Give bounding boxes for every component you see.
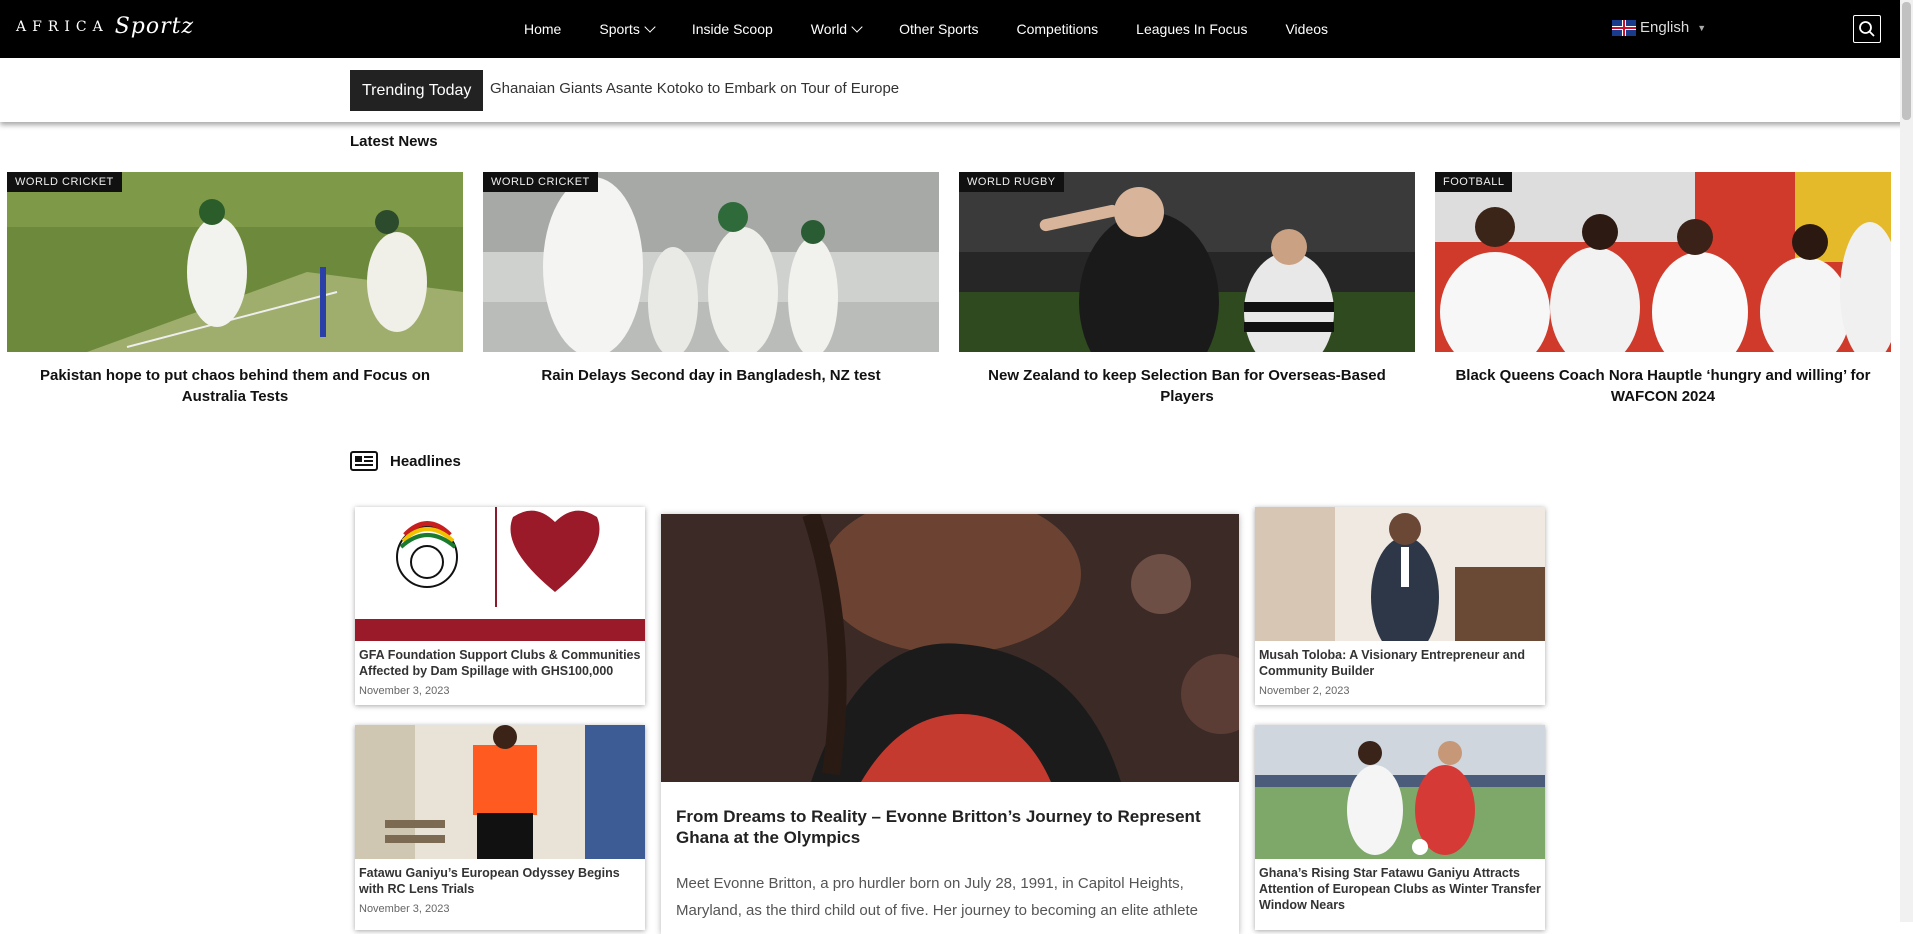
nav-leagues-in-focus[interactable]: Leagues In Focus: [1136, 21, 1247, 37]
news-card[interactable]: Football Black Queens Coach Nora Hauptle…: [1435, 172, 1891, 407]
headline-card[interactable]: GFA Foundation Support Clubs & Communiti…: [355, 507, 645, 705]
latest-news-grid: World Cricket Pakistan hope to put chaos…: [7, 172, 1892, 412]
category-tag[interactable]: World Cricket: [7, 172, 122, 192]
nav-world[interactable]: World: [810, 21, 863, 37]
news-title[interactable]: Black Queens Coach Nora Hauptle ‘hungry …: [1435, 365, 1891, 407]
news-card[interactable]: World Cricket Pakistan hope to put chaos…: [7, 172, 463, 407]
language-selector[interactable]: English ▼: [1612, 19, 1706, 36]
nav-videos[interactable]: Videos: [1285, 21, 1328, 37]
search-button[interactable]: [1853, 15, 1881, 43]
nav-label: Competitions: [1016, 21, 1099, 37]
chevron-down-icon: [851, 21, 863, 33]
featured-image[interactable]: [661, 514, 1239, 782]
headline-card[interactable]: Musah Toloba: A Visionary Entrepreneur a…: [1255, 507, 1545, 705]
headlines-heading: Headlines: [350, 451, 461, 471]
news-title[interactable]: Rain Delays Second day in Bangladesh, NZ…: [483, 365, 939, 386]
nav-label: Other Sports: [899, 21, 979, 37]
headline-image[interactable]: [1255, 507, 1545, 641]
latest-news-heading: Latest News: [350, 133, 438, 150]
scrollbar-thumb[interactable]: [1902, 2, 1911, 120]
logo-script: Sportz: [114, 14, 195, 39]
news-title[interactable]: New Zealand to keep Selection Ban for Ov…: [959, 365, 1415, 407]
newspaper-icon: [350, 451, 378, 471]
featured-excerpt: Meet Evonne Britton, a pro hurdler born …: [676, 875, 1198, 919]
search-icon: [1859, 21, 1875, 37]
headline-card[interactable]: Fatawu Ganiyu’s European Odyssey Begins …: [355, 725, 645, 930]
page-scrollbar[interactable]: [1900, 0, 1913, 922]
logo-text: AFRICA: [16, 18, 109, 35]
headline-title[interactable]: GFA Foundation Support Clubs & Communiti…: [355, 641, 645, 679]
featured-headline-card[interactable]: From Dreams to Reality – Evonne Britton’…: [661, 514, 1239, 934]
top-navbar: AFRICA Sportz Home Sports Inside Scoop W…: [0, 0, 1913, 58]
headline-title[interactable]: Musah Toloba: A Visionary Entrepreneur a…: [1255, 641, 1545, 679]
category-tag[interactable]: Football: [1435, 172, 1513, 192]
headline-card[interactable]: Ghana’s Rising Star Fatawu Ganiyu Attrac…: [1255, 725, 1545, 930]
caret-down-icon: ▼: [1697, 22, 1707, 33]
featured-title[interactable]: From Dreams to Reality – Evonne Britton’…: [661, 782, 1239, 848]
news-image[interactable]: World Cricket: [483, 172, 939, 352]
headline-image[interactable]: [355, 725, 645, 859]
nav-label: Home: [524, 21, 562, 37]
nav-inside-scoop[interactable]: Inside Scoop: [692, 21, 773, 37]
chevron-down-icon: [644, 21, 656, 33]
headline-title[interactable]: Ghana’s Rising Star Fatawu Ganiyu Attrac…: [1255, 859, 1545, 913]
headline-image[interactable]: [355, 507, 645, 641]
language-label: English: [1640, 19, 1690, 36]
site-logo[interactable]: AFRICA Sportz: [16, 14, 194, 39]
nav-label: Videos: [1285, 21, 1329, 37]
nav-label: Inside Scoop: [691, 21, 773, 37]
news-title[interactable]: Pakistan hope to put chaos behind them a…: [7, 365, 463, 407]
headline-title[interactable]: Fatawu Ganiyu’s European Odyssey Begins …: [355, 859, 645, 897]
news-card[interactable]: World Rugby New Zealand to keep Selectio…: [959, 172, 1415, 407]
headline-date: November 2, 2023: [1259, 685, 1350, 697]
news-card[interactable]: World Cricket Rain Delays Second day in …: [483, 172, 939, 386]
nav-sports[interactable]: Sports: [599, 21, 656, 37]
nav-competitions[interactable]: Competitions: [1016, 21, 1098, 37]
nav-home[interactable]: Home: [524, 21, 561, 37]
news-image[interactable]: World Cricket: [7, 172, 463, 352]
trending-label: Trending Today: [350, 70, 484, 111]
category-tag[interactable]: World Rugby: [959, 172, 1064, 192]
main-nav: Home Sports Inside Scoop World Other Spo…: [524, 0, 1366, 58]
news-image[interactable]: World Rugby: [959, 172, 1415, 352]
headlines-label: Headlines: [390, 452, 461, 470]
nav-other-sports[interactable]: Other Sports: [899, 21, 978, 37]
headline-image[interactable]: [1255, 725, 1545, 859]
category-tag[interactable]: World Cricket: [483, 172, 598, 192]
headline-date: November 3, 2023: [359, 903, 450, 915]
trending-bar: Trending Today Ghanaian Giants Asante Ko…: [0, 58, 1913, 122]
nav-label: Sports: [599, 21, 640, 37]
nav-label: Leagues In Focus: [1136, 21, 1248, 37]
trending-headline-link[interactable]: Ghanaian Giants Asante Kotoko to Embark …: [490, 80, 899, 97]
nav-label: World: [810, 21, 848, 37]
news-image[interactable]: Football: [1435, 172, 1891, 352]
uk-flag-icon: [1612, 19, 1636, 36]
headline-date: November 3, 2023: [359, 685, 450, 697]
